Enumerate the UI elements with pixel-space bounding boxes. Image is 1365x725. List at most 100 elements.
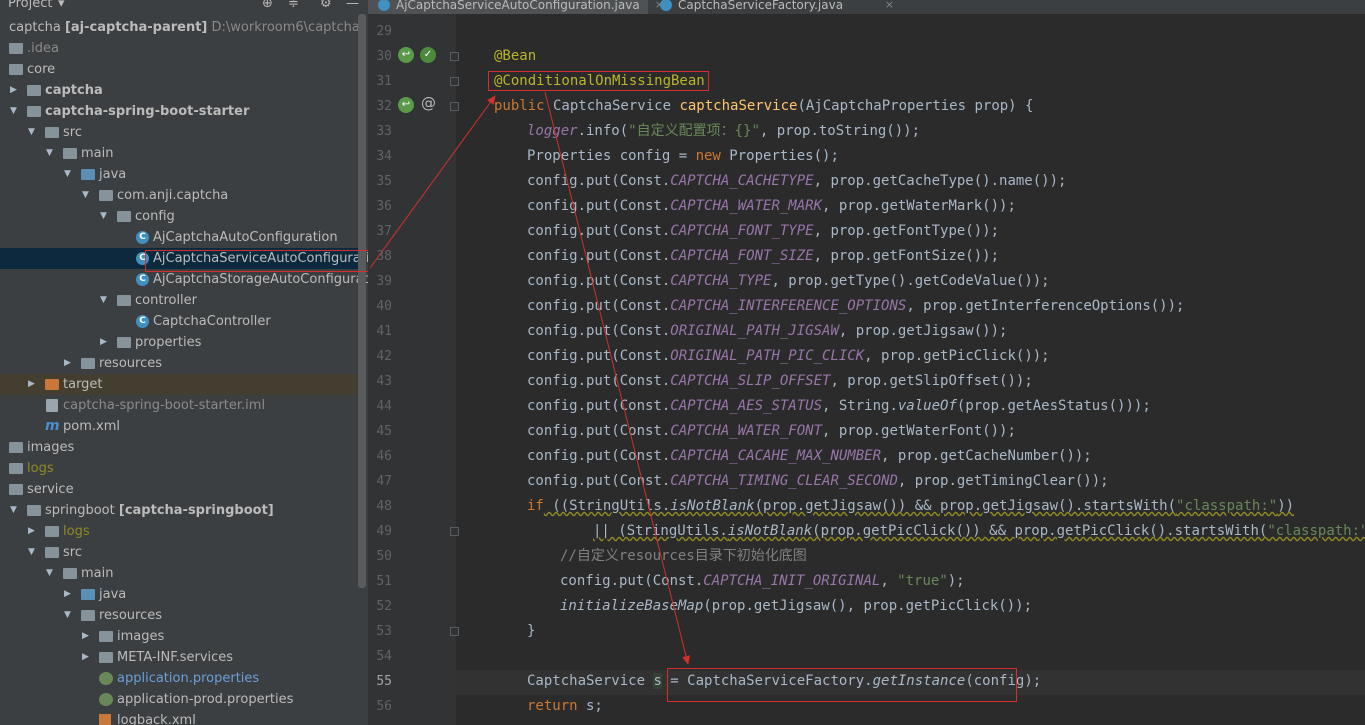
chevron-down-icon[interactable]: ▼ [10,101,20,122]
code-line[interactable]: config.put(Const.ORIGINAL_PATH_JIGSAW, p… [527,319,1007,344]
code-line[interactable]: config.put(Const.CAPTCHA_TYPE, prop.getT… [527,269,1050,294]
tree-item-properties[interactable]: ▶ properties [0,332,358,353]
chevron-down-icon[interactable]: ▼ [64,605,74,626]
chevron-right-icon[interactable]: ▶ [28,521,38,542]
tree-item-xml-file[interactable]: logback.xml [0,710,358,725]
tab-service-factory[interactable]: CaptchaServiceFactory.java × [650,0,894,14]
tree-item-properties-file[interactable]: application.properties [0,668,358,689]
collapse-all-icon[interactable]: ≑ [288,0,299,11]
tree-item-class[interactable]: C AjCaptchaAutoConfiguration [0,227,358,248]
code-line[interactable]: config.put(Const.CAPTCHA_CACHETYPE, prop… [527,169,1066,194]
tree-item-captcha-module[interactable]: ▶ captcha [0,80,358,101]
code-line[interactable]: config.put(Const.CAPTCHA_SLIP_OFFSET, pr… [527,369,1033,394]
project-scrollbar[interactable] [358,14,366,588]
code-line[interactable]: Properties config = new Properties(); [527,144,839,169]
code-line[interactable]: } [527,619,535,644]
chevron-down-icon[interactable]: ▼ [46,563,56,584]
chevron-right-icon[interactable]: ▶ [28,374,38,395]
tree-item-resources[interactable]: ▼ resources [0,605,358,626]
code-line[interactable]: initializeBaseMap(prop.getJigsaw(), prop… [560,594,1032,619]
chevron-down-icon[interactable]: ▼ [46,143,56,164]
chevron-down-icon[interactable]: ▼ [28,122,38,143]
annotation-at-icon[interactable]: @ [421,94,436,112]
chevron-right-icon[interactable]: ▶ [82,647,92,668]
chevron-down-icon[interactable]: ▾ [58,0,65,11]
code-line[interactable]: config.put(Const.CAPTCHA_INIT_ORIGINAL, … [560,569,965,594]
tree-item-service[interactable]: service [0,479,358,500]
code-line[interactable]: config.put(Const.CAPTCHA_FONT_TYPE, prop… [527,219,999,244]
tree-item-meta-inf[interactable]: ▶ META-INF.services [0,647,358,668]
bean-icon[interactable]: ↩ [398,47,414,63]
code-line[interactable]: return s; [527,694,603,719]
code-line[interactable]: config.put(Const.CAPTCHA_FONT_SIZE, prop… [527,244,999,269]
line-number: 45 [376,424,392,439]
project-panel-title[interactable]: Project [8,0,52,11]
tree-item-src[interactable]: ▼ src [0,542,358,563]
tree-item-resources[interactable]: ▶ resources [0,353,358,374]
tree-item-starter-module[interactable]: ▼ captcha-spring-boot-starter [0,101,358,122]
line-number: 54 [376,649,392,664]
tree-item-springboot[interactable]: ▼ springboot [captcha-springboot] [0,500,358,521]
chevron-right-icon[interactable]: ▶ [64,584,74,605]
code-line[interactable]: || (StringUtils.isNotBlank(prop.getPicCl… [593,519,1365,544]
chevron-down-icon[interactable]: ▼ [100,290,110,311]
bean-icon[interactable]: ↩ [398,97,414,113]
code-line[interactable]: @Bean [494,44,536,69]
chevron-right-icon[interactable]: ▶ [82,626,92,647]
code-line[interactable]: //自定义resources目录下初始化底图 [560,544,807,569]
code-line[interactable]: config.put(Const.CAPTCHA_WATER_FONT, pro… [527,419,1016,444]
tree-item-src[interactable]: ▼ src [0,122,358,143]
tree-item-captcha-root[interactable]: captcha [aj-captcha-parent] D:\workroom6… [0,17,360,38]
code-line[interactable]: config.put(Const.CAPTCHA_INTERFERENCE_OP… [527,294,1184,319]
tree-item-iml[interactable]: captcha-spring-boot-starter.iml [0,395,358,416]
code-token: config.put(Const. [527,198,671,214]
chevron-down-icon[interactable]: ▼ [82,185,92,206]
gear-icon[interactable]: ⚙ [320,0,332,11]
code-line[interactable]: logger.info("自定义配置项：{}", prop.toString()… [527,119,920,144]
bean-check-icon[interactable]: ✓ [420,47,436,63]
tab-service-auto-config[interactable]: AjCaptchaServiceAutoConfiguration.java × [368,0,664,14]
tree-item-logs[interactable]: ▶ logs [0,521,358,542]
code-line[interactable]: config.put(Const.ORIGINAL_PATH_PIC_CLICK… [527,344,1050,369]
tree-item-label: application.properties [117,671,260,686]
tree-item-pom[interactable]: m pom.xml [0,416,358,437]
tree-item-package[interactable]: ▼ com.anji.captcha [0,185,358,206]
chevron-right-icon[interactable]: ▶ [10,80,20,101]
chevron-down-icon[interactable]: ▼ [100,206,110,227]
code-line[interactable]: config.put(Const.CAPTCHA_TIMING_CLEAR_SE… [527,469,1109,494]
chevron-right-icon[interactable]: ▶ [100,332,110,353]
tree-item-class[interactable]: C AjCaptchaStorageAutoConfiguration [0,269,368,290]
tree-item-core[interactable]: core [0,59,358,80]
tree-item-config[interactable]: ▼ config [0,206,358,227]
code-line[interactable]: config.put(Const.CAPTCHA_CACAHE_MAX_NUMB… [527,444,1092,469]
tree-item-target[interactable]: ▶ target [0,374,358,395]
code-token: Properties config = [527,148,696,164]
tree-item-properties-file[interactable]: application-prod.properties [0,689,358,710]
code-line[interactable]: config.put(Const.CAPTCHA_AES_STATUS, Str… [527,394,1151,419]
globe-icon[interactable]: ⊕ [262,0,273,11]
tree-item-images[interactable]: images [0,437,358,458]
line-number: 37 [376,224,392,239]
tree-item-main[interactable]: ▼ main [0,143,358,164]
code-line[interactable]: public CaptchaService captchaService(AjC… [494,94,1033,119]
minimize-icon[interactable]: — [346,0,359,11]
tree-item-class[interactable]: C CaptchaController [0,311,358,332]
tree-item-controller[interactable]: ▼ controller [0,290,358,311]
line-number: 29 [376,24,392,39]
code-token: ); [947,573,965,589]
line-number: 51 [376,574,392,589]
chevron-down-icon[interactable]: ▼ [28,542,38,563]
code-line[interactable]: config.put(Const.CAPTCHA_WATER_MARK, pro… [527,194,1016,219]
chevron-down-icon[interactable]: ▼ [64,164,74,185]
chevron-down-icon[interactable]: ▼ [10,500,20,521]
code-line[interactable]: if ((StringUtils.isNotBlank(prop.getJigs… [527,494,1294,519]
tree-item-idea[interactable]: .idea [0,38,358,59]
tree-item-label: resources [99,356,163,371]
tree-item-java[interactable]: ▼ java [0,164,358,185]
close-icon[interactable]: × [885,0,894,10]
chevron-right-icon[interactable]: ▶ [64,353,74,374]
tree-item-images[interactable]: ▶ images [0,626,358,647]
tree-item-java[interactable]: ▶ java [0,584,358,605]
tree-item-main[interactable]: ▼ main [0,563,358,584]
tree-item-logs[interactable]: logs [0,458,358,479]
